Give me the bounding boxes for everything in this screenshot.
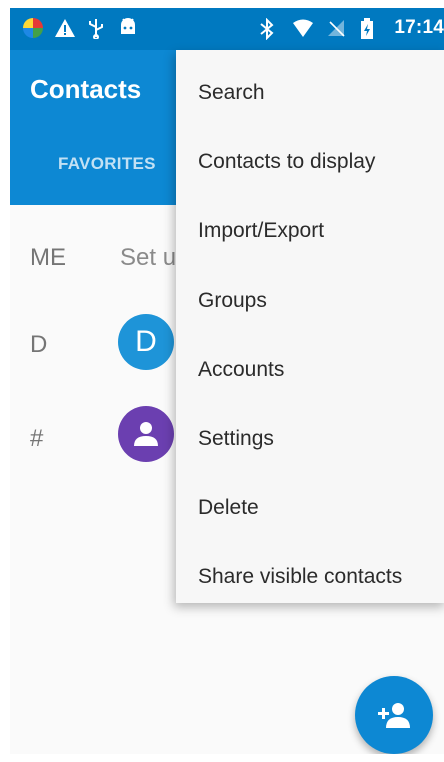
phone-screen: 17:14 Contacts FAVORITES ME Set u D D # … xyxy=(10,8,444,754)
avatar-person[interactable] xyxy=(118,406,174,462)
menu-item-accounts[interactable]: Accounts xyxy=(176,335,444,404)
tab-favorites[interactable]: FAVORITES xyxy=(58,154,156,174)
page-title: Contacts xyxy=(30,74,142,104)
menu-item-groups[interactable]: Groups xyxy=(176,266,444,335)
status-bar: 17:14 xyxy=(10,8,444,50)
wifi-icon xyxy=(292,18,314,38)
warning-icon xyxy=(54,17,75,37)
section-me-label: ME xyxy=(30,244,66,271)
set-up-profile-text[interactable]: Set u xyxy=(120,244,176,272)
bluetooth-icon xyxy=(258,17,278,41)
person-icon xyxy=(134,422,158,446)
avatar-d[interactable]: D xyxy=(118,314,174,370)
app-icon xyxy=(22,17,43,38)
no-signal-icon xyxy=(326,18,346,38)
usb-icon xyxy=(86,17,106,40)
menu-item-contacts-to-display[interactable]: Contacts to display xyxy=(176,127,444,196)
menu-item-import-export[interactable]: Import/Export xyxy=(176,196,444,265)
android-icon xyxy=(118,17,138,37)
menu-item-share-visible-contacts[interactable]: Share visible contacts xyxy=(176,542,444,611)
menu-item-search[interactable]: Search xyxy=(176,58,444,127)
battery-charging-icon xyxy=(360,18,380,39)
menu-item-delete[interactable]: Delete xyxy=(176,473,444,542)
menu-item-settings[interactable]: Settings xyxy=(176,404,444,473)
section-d-label: D xyxy=(30,331,48,358)
status-time: 17:14 xyxy=(394,17,444,38)
add-contact-button[interactable] xyxy=(355,676,433,754)
overflow-menu: Search Contacts to display Import/Export… xyxy=(176,50,444,603)
section-hash-label: # xyxy=(30,425,44,452)
avatar-d-letter: D xyxy=(135,325,157,358)
add-contact-icon xyxy=(378,703,410,728)
